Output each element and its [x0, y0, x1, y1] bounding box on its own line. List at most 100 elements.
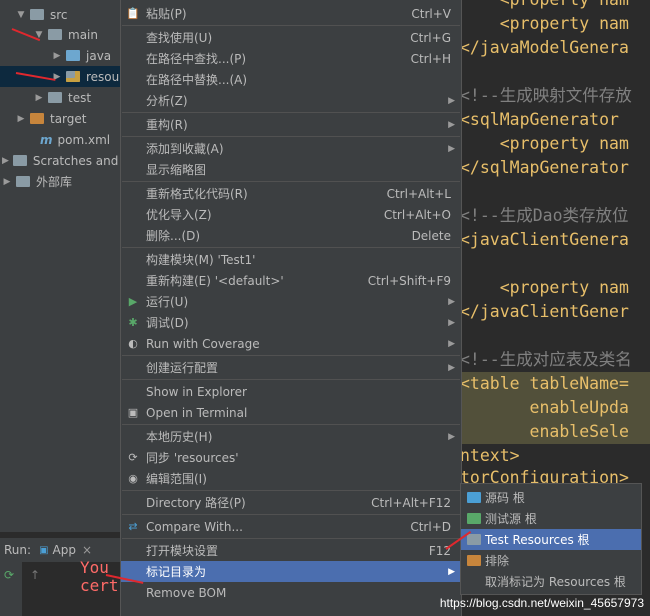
menu-item-label: Remove BOM — [146, 585, 227, 600]
code-line[interactable]: <property nam — [460, 276, 629, 300]
tree-item[interactable]: ▶ test — [0, 87, 122, 108]
menu-item-label: 显示缩略图 — [146, 163, 207, 177]
chevron-right-icon[interactable]: ▶ — [34, 93, 44, 103]
submenu-item[interactable]: 排除 — [461, 550, 641, 571]
menu-item-label: 标记目录为 — [146, 565, 207, 579]
tree-item[interactable]: ▶ Scratches and Consoles — [0, 150, 122, 171]
menu-item[interactable]: 在路径中替换...(A) — [121, 69, 461, 90]
code-line[interactable]: <!--生成对应表及类名 — [460, 348, 632, 372]
menu-item[interactable]: 优化导入(Z) Ctrl+Alt+O — [121, 204, 461, 225]
submenu-item[interactable]: 测试源 根 — [461, 508, 641, 529]
menu-separator — [122, 181, 460, 182]
console-line: cert — [80, 576, 119, 595]
tree-item[interactable]: m pom.xml — [0, 129, 122, 150]
menu-item[interactable]: 添加到收藏(A) ▶ — [121, 138, 461, 159]
chevron-down-icon[interactable]: ▼ — [16, 10, 26, 20]
menu-item[interactable]: 重构(R) ▶ — [121, 114, 461, 135]
menu-item[interactable]: 删除...(D) Delete — [121, 225, 461, 246]
menu-item[interactable]: ▣ Open in Terminal — [121, 402, 461, 423]
chevron-right-icon[interactable]: ▶ — [2, 156, 9, 166]
tree-item[interactable]: ▼ main — [0, 24, 122, 45]
menu-item[interactable]: 在路径中查找...(P) Ctrl+H — [121, 48, 461, 69]
menu-item[interactable]: ▶ 运行(U) ▶ — [121, 291, 461, 312]
code-line[interactable]: </javaModelGenera — [460, 36, 629, 60]
folder-icon — [467, 555, 481, 566]
app-run-icon: ▣ — [39, 544, 49, 556]
submenu-item[interactable]: Test Resources 根 — [461, 529, 641, 550]
rerun-icon[interactable]: ⟳ — [4, 568, 14, 582]
code-line[interactable]: ntext> — [460, 444, 520, 468]
menu-item[interactable]: ⟳ 同步 'resources' — [121, 447, 461, 468]
tree-item[interactable]: ▼ src — [0, 4, 122, 25]
watermark: https://blog.csdn.net/weixin_45657973 — [439, 596, 644, 610]
close-icon[interactable]: × — [82, 543, 92, 557]
code-line[interactable]: <property nam — [460, 132, 629, 156]
menu-item-label: 分析(Z) — [146, 94, 188, 108]
menu-item[interactable]: Directory 路径(P) Ctrl+Alt+F12 — [121, 492, 461, 513]
code-line[interactable]: <javaClientGenera — [460, 228, 629, 252]
menu-item-icon: ✱ — [128, 316, 138, 329]
code-line[interactable]: <property nam — [460, 12, 629, 36]
folder-icon — [467, 492, 481, 503]
menu-item-icon: ⇄ — [128, 520, 138, 533]
chevron-right-icon: ▶ — [448, 119, 455, 130]
menu-item[interactable]: 📋 粘贴(P) Ctrl+V — [121, 3, 461, 24]
menu-item[interactable]: 构建模块(M) 'Test1' — [121, 249, 461, 270]
submenu-item-label: 取消标记为 Resources 根 — [485, 575, 626, 589]
code-editor[interactable]: <property nam <property nam</javaModelGe… — [460, 0, 650, 532]
menu-item[interactable]: 分析(Z) ▶ — [121, 90, 461, 111]
menu-item-icon: ◉ — [128, 472, 138, 485]
chevron-right-icon: ▶ — [448, 431, 455, 442]
tree-item[interactable]: ▶resources — [0, 66, 122, 87]
menu-item[interactable]: ✱ 调试(D) ▶ — [121, 312, 461, 333]
code-line[interactable]: </javaClientGener — [460, 300, 629, 324]
menu-item[interactable]: Show in Explorer — [121, 381, 461, 402]
submenu-item[interactable]: 取消标记为 Resources 根 — [461, 571, 641, 592]
menu-item[interactable]: 重新构建(E) '<default>' Ctrl+Shift+F9 — [121, 270, 461, 291]
tree-item-label: resources — [86, 69, 122, 84]
code-line[interactable]: enableUpda — [460, 396, 650, 420]
arrow-up-icon[interactable]: ↑ — [30, 568, 40, 582]
submenu-item[interactable]: 源码 根 — [461, 487, 641, 508]
run-label: Run: — [4, 543, 32, 557]
code-line[interactable]: <!--生成映射文件存放 — [460, 84, 632, 108]
menu-item[interactable]: 查找使用(U) Ctrl+G — [121, 27, 461, 48]
menu-item-shortcut: Ctrl+Alt+O — [383, 207, 451, 222]
chevron-right-icon[interactable]: ▶ — [52, 51, 62, 61]
menu-item-icon: 📋 — [126, 7, 140, 20]
folder-icon — [30, 113, 44, 124]
menu-item[interactable]: 重新格式化代码(R) Ctrl+Alt+L — [121, 183, 461, 204]
menu-separator — [122, 538, 460, 539]
menu-item[interactable]: ◐ Run with Coverage ▶ — [121, 333, 461, 354]
menu-separator — [122, 247, 460, 248]
menu-item[interactable]: Remove BOM — [121, 582, 461, 603]
submenu-item-label: 测试源 根 — [485, 512, 537, 526]
code-line[interactable]: <sqlMapGenerator — [460, 108, 619, 132]
chevron-right-icon[interactable]: ▶ — [16, 114, 26, 124]
tree-item[interactable]: ▶ java — [0, 45, 122, 66]
chevron-right-icon[interactable]: ▶ — [2, 177, 12, 187]
code-line[interactable]: enableSele — [460, 420, 650, 444]
tree-item[interactable]: ▶ 外部库 — [0, 171, 122, 192]
menu-item-label: Directory 路径(P) — [146, 496, 246, 510]
menu-item[interactable]: 标记目录为 ▶ — [121, 561, 461, 582]
menu-item-label: 优化导入(Z) — [146, 208, 212, 222]
tree-item[interactable]: ▶ target — [0, 108, 122, 129]
menu-item[interactable]: 创建运行配置 ▶ — [121, 357, 461, 378]
menu-item[interactable]: 本地历史(H) ▶ — [121, 426, 461, 447]
menu-item[interactable]: 打开模块设置 F12 — [121, 540, 461, 561]
menu-item-label: 编辑范围(I) — [146, 472, 207, 486]
menu-item-label: 粘贴(P) — [146, 7, 187, 21]
tree-item-label: java — [86, 48, 112, 63]
tab-app[interactable]: App — [53, 543, 76, 557]
code-line[interactable]: <table tableName= — [460, 372, 650, 396]
code-line[interactable]: <property nam — [460, 0, 629, 12]
submenu-item-label: Test Resources 根 — [485, 533, 590, 547]
menu-item[interactable]: ◉ 编辑范围(I) — [121, 468, 461, 489]
folder-icon — [48, 92, 62, 103]
code-line[interactable]: </sqlMapGenerator — [460, 156, 629, 180]
menu-item[interactable]: ⇄ Compare With... Ctrl+D — [121, 516, 461, 537]
menu-item[interactable]: 显示缩略图 — [121, 159, 461, 180]
project-tree[interactable]: ▼src▼main▶java▶resources▶test▶targetmpom… — [0, 0, 122, 532]
code-line[interactable]: <!--生成Dao类存放位 — [460, 204, 629, 228]
